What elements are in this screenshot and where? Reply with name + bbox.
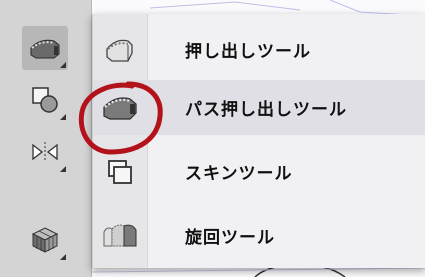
extrude-tool-icon xyxy=(93,22,147,77)
menu-item-path-extrude[interactable]: パス押し出しツール xyxy=(93,80,425,135)
flyout-indicator-icon xyxy=(60,114,66,120)
cube-tool-icon xyxy=(31,227,59,253)
menu-item-label: 押し出しツール xyxy=(185,42,311,62)
shape-tool-button[interactable] xyxy=(22,78,68,122)
menu-item-skin[interactable]: スキンツール xyxy=(93,144,425,199)
path-extrude-tool-icon xyxy=(93,80,147,135)
tool-flyout-menu: 押し出しツール パス押し出しツール スキンツール 旋回ツール xyxy=(92,14,425,268)
skin-tool-icon xyxy=(93,144,147,199)
tool-panel xyxy=(0,0,92,277)
lathe-tool-icon xyxy=(93,208,147,263)
menu-item-lathe[interactable]: 旋回ツール xyxy=(93,208,425,263)
mirror-tool-button[interactable] xyxy=(22,130,68,174)
shapes-tool-icon xyxy=(32,87,58,113)
extrude-tool-icon xyxy=(30,39,60,59)
mirror-tool-icon xyxy=(32,142,58,162)
menu-item-label: 旋回ツール xyxy=(185,228,275,248)
menu-item-extrude[interactable]: 押し出しツール xyxy=(93,22,425,77)
flyout-indicator-icon xyxy=(60,254,66,260)
menu-item-label: パス押し出しツール xyxy=(185,100,347,120)
menu-item-label: スキンツール xyxy=(185,164,293,184)
cube-tool-button[interactable] xyxy=(22,218,68,262)
flyout-indicator-icon xyxy=(60,166,66,172)
extrude-tool-button[interactable] xyxy=(22,26,68,70)
flyout-indicator-icon xyxy=(60,62,66,68)
